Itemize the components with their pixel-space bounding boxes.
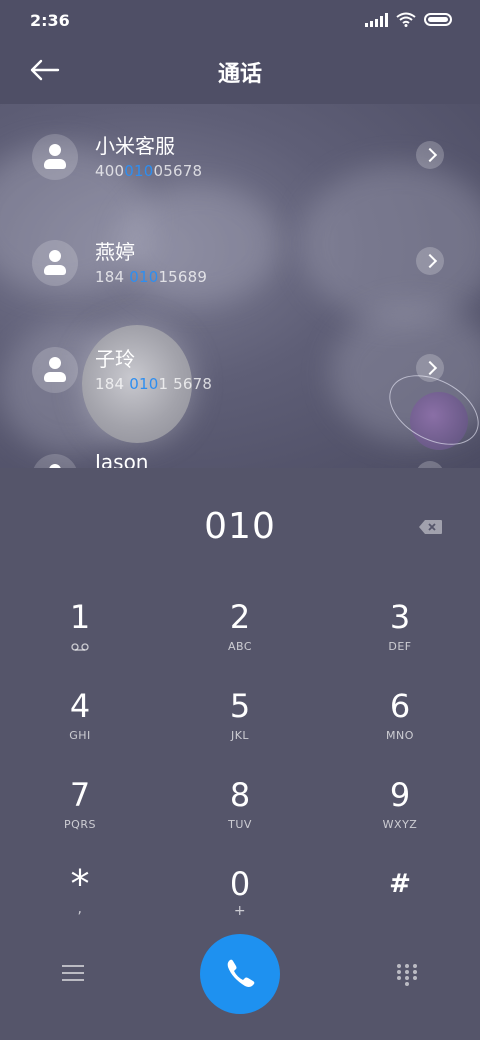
voicemail-icon: [71, 643, 89, 651]
dial-key-8[interactable]: 8 TUV: [180, 766, 300, 846]
avatar-icon: [32, 454, 78, 468]
contact-detail-chevron-icon[interactable]: [416, 461, 444, 468]
contact-name: 子玲: [95, 347, 135, 371]
contact-name: 燕婷: [95, 240, 135, 264]
dial-key-0[interactable]: 0 +: [180, 855, 300, 935]
header: 通话: [0, 40, 480, 104]
contact-detail-chevron-icon[interactable]: [416, 354, 444, 382]
dial-key-3[interactable]: 3 DEF: [340, 588, 460, 668]
dial-key-9[interactable]: 9 WXYZ: [340, 766, 460, 846]
dial-key-1[interactable]: 1: [20, 588, 140, 668]
avatar-icon: [32, 240, 78, 286]
dialpad-icon[interactable]: [397, 964, 417, 986]
phone-icon: [227, 959, 255, 987]
contact-detail-chevron-icon[interactable]: [416, 247, 444, 275]
contact-name: Jason: [95, 450, 149, 468]
contact-name: 小米客服: [95, 134, 175, 158]
menu-icon[interactable]: [62, 965, 84, 983]
dial-key-5[interactable]: 5 JKL: [180, 677, 300, 757]
avatar-icon: [32, 134, 78, 180]
dial-key-2[interactable]: 2 ABC: [180, 588, 300, 668]
contact-detail-chevron-icon[interactable]: [416, 141, 444, 169]
status-time: 2:36: [30, 11, 70, 30]
signal-icon: [365, 12, 388, 27]
dial-key-7[interactable]: 7 PQRS: [20, 766, 140, 846]
contact-item[interactable]: 子玲 184 0101 5678: [0, 325, 480, 417]
dial-key-hash[interactable]: #: [340, 855, 460, 935]
contact-number: 184 0101 5678: [95, 375, 213, 393]
dial-key-4[interactable]: 4 GHI: [20, 677, 140, 757]
page-title: 通话: [217, 62, 262, 87]
contact-number: 40001005678: [95, 162, 203, 180]
contact-number: 184 01015689: [95, 268, 208, 286]
wifi-icon: [396, 12, 416, 27]
dialer-bottom-bar: [0, 930, 480, 1030]
call-button[interactable]: [200, 934, 280, 1014]
avatar-icon: [32, 347, 78, 393]
dial-key-star[interactable]: * ,: [20, 855, 140, 935]
contact-item[interactable]: 小米客服 40001005678: [0, 112, 480, 204]
status-bar: 2:36: [0, 0, 480, 40]
backspace-icon[interactable]: [418, 519, 443, 535]
battery-icon: [424, 13, 452, 26]
contact-item[interactable]: Jason: [0, 432, 480, 468]
dialed-number: 010: [204, 506, 276, 547]
contact-results-panel: 2:36 通话 小米客服 40001005678 燕婷 184 01015689…: [0, 0, 480, 468]
dial-key-6[interactable]: 6 MNO: [340, 677, 460, 757]
contact-item[interactable]: 燕婷 184 01015689: [0, 218, 480, 310]
